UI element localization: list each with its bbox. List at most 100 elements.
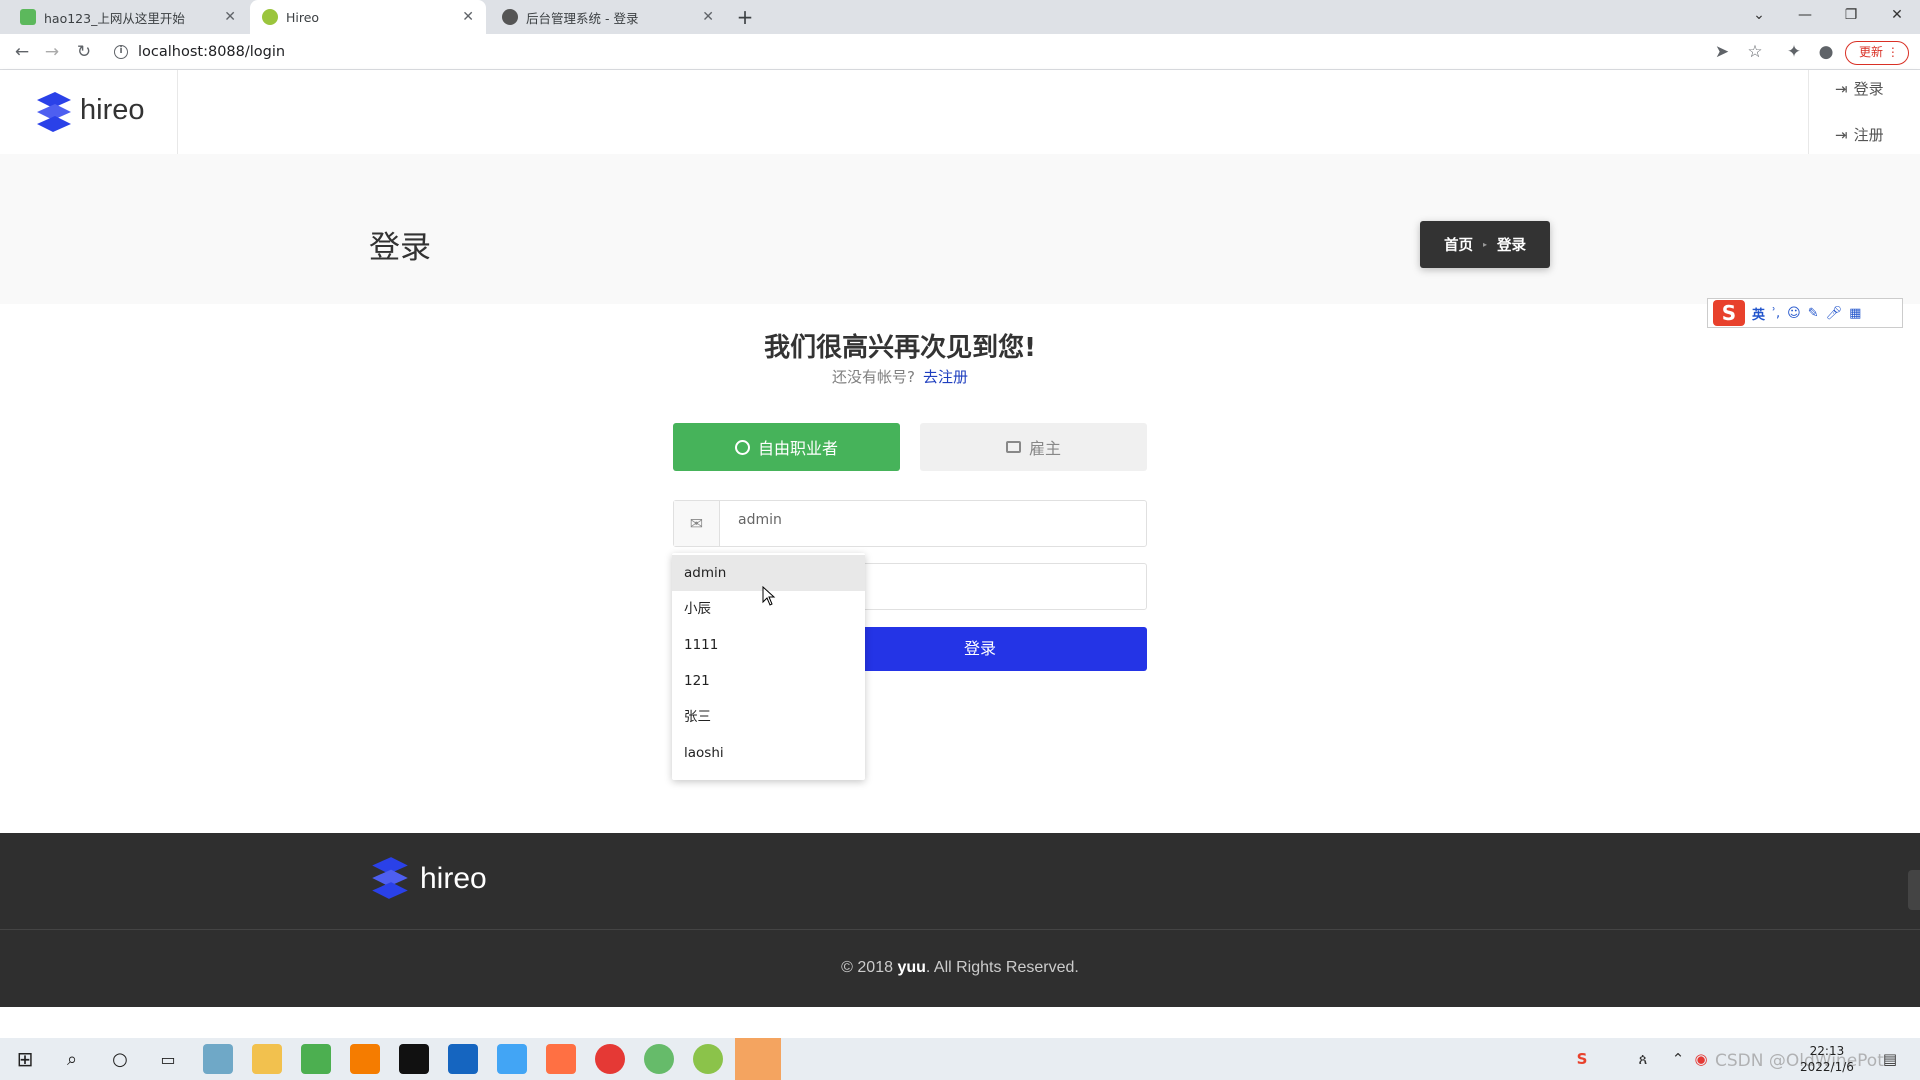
site-header — [0, 70, 1920, 154]
close-tab-icon[interactable]: ✕ — [224, 9, 236, 25]
breadcrumb-home[interactable]: 首页 — [1444, 234, 1473, 255]
notepad-icon[interactable] — [301, 1044, 331, 1074]
cortana-icon[interactable]: ○ — [105, 1044, 135, 1074]
tab-search-icon[interactable]: ⌄ — [1736, 0, 1782, 30]
breadcrumb-separator-icon: ▸ — [1483, 240, 1487, 249]
app-icon-7[interactable] — [497, 1044, 527, 1074]
notification-icon[interactable]: ▤ — [1875, 1044, 1905, 1074]
ime-emoji-icon[interactable]: ☺ — [1787, 306, 1801, 321]
close-tab-icon[interactable]: ✕ — [702, 9, 714, 25]
freelancer-label: 自由职业者 — [758, 435, 838, 459]
breadcrumb: 首页 ▸ 登录 — [1420, 221, 1550, 268]
ime-grid-icon[interactable]: ▦ — [1849, 306, 1861, 321]
address-bar — [0, 34, 1920, 70]
tab-title: Hireo — [286, 10, 319, 25]
autocomplete-item[interactable]: 1111 — [672, 627, 865, 663]
user-circle-icon — [735, 440, 750, 455]
employer-label: 雇主 — [1029, 435, 1061, 459]
hao123-favicon-icon — [20, 9, 36, 25]
header-register-link[interactable]: ⇥ 注册 — [1835, 124, 1884, 145]
ime-toolbar[interactable]: S 英 ʾ, ☺ ✎ 🎤︎ ▦ — [1707, 298, 1903, 328]
welcome-heading: 我们很高兴再次见到您! — [0, 327, 1800, 364]
footer-top — [0, 833, 1920, 929]
ime-skin-icon[interactable]: ✎ — [1808, 306, 1819, 321]
copyright-text: © 2018 yuu. All Rights Reserved. — [0, 959, 1920, 977]
restore-icon[interactable]: ❐ — [1828, 0, 1874, 30]
taskbar-clock[interactable]: 22:13 2022/1/6 — [1800, 1043, 1854, 1075]
update-label: 更新 — [1859, 45, 1883, 59]
scroll-top-tab[interactable] — [1908, 870, 1920, 910]
employer-tab-button[interactable]: 雇主 — [920, 423, 1147, 471]
footer-logo-icon — [368, 855, 412, 901]
register-prompt: 还没有帐号? 去注册 — [0, 366, 1800, 387]
send-icon[interactable]: ➤ — [1710, 40, 1734, 64]
login-arrow-icon: ⇥ — [1835, 80, 1848, 98]
reload-icon[interactable]: ↻ — [72, 40, 96, 64]
clock-time: 22:13 — [1800, 1043, 1854, 1059]
search-tool-icon[interactable] — [350, 1044, 380, 1074]
back-arrow-icon[interactable]: ← — [10, 40, 34, 64]
site-info-icon[interactable]: i — [114, 45, 128, 59]
breadcrumb-current: 登录 — [1497, 234, 1526, 255]
meeting-icon[interactable] — [448, 1044, 478, 1074]
people-icon[interactable]: ጰ — [1628, 1044, 1658, 1074]
url-text: localhost:8088/login — [138, 44, 285, 60]
autocomplete-item[interactable]: laoshi — [672, 735, 865, 771]
extensions-icon[interactable]: ✦ — [1782, 40, 1806, 64]
sogou-logo-icon: S — [1713, 300, 1745, 326]
freelancer-tab-button[interactable]: 自由职业者 — [673, 423, 900, 471]
minimize-icon[interactable]: — — [1782, 0, 1828, 30]
ime-language-toggle[interactable]: 英 — [1752, 304, 1765, 323]
copyright-suffix: . All Rights Reserved. — [926, 959, 1079, 976]
chrome-icon[interactable] — [595, 1044, 625, 1074]
clock-date: 2022/1/6 — [1800, 1059, 1854, 1075]
bookmark-star-icon[interactable]: ☆ — [1743, 40, 1767, 64]
new-tab-button[interactable]: + — [732, 4, 758, 30]
search-icon[interactable]: ⌕ — [57, 1044, 87, 1074]
ime-punctuation-icon[interactable]: ʾ, — [1772, 306, 1780, 321]
no-account-text: 还没有帐号? — [832, 368, 915, 386]
header-register-label: 注册 — [1854, 124, 1884, 145]
app-icon-1[interactable] — [203, 1044, 233, 1074]
forward-arrow-icon[interactable]: → — [40, 40, 64, 64]
task-view-icon[interactable]: ▭ — [153, 1044, 183, 1074]
footer-logo-text: hireo — [420, 862, 487, 896]
file-explorer-icon[interactable] — [252, 1044, 282, 1074]
envelope-icon: ✉ — [674, 501, 720, 546]
mouse-cursor-icon — [762, 586, 776, 606]
hireo-favicon-icon — [262, 9, 278, 25]
copyright-name: yuu — [897, 959, 925, 976]
app-icon-8[interactable] — [546, 1044, 576, 1074]
go-register-link[interactable]: 去注册 — [923, 368, 968, 386]
spring-icon[interactable] — [644, 1044, 674, 1074]
browser-tab-hireo[interactable]: Hireo ✕ — [250, 0, 486, 34]
autocomplete-item[interactable]: 张三 — [672, 699, 865, 735]
header-login-link[interactable]: ⇥ 登录 — [1835, 78, 1884, 99]
copyright-prefix: © 2018 — [841, 959, 897, 976]
tab-title: hao123_上网从这里开始 — [44, 8, 185, 27]
briefcase-icon — [1006, 441, 1021, 453]
header-login-label: 登录 — [1854, 78, 1884, 99]
profile-icon[interactable]: ● — [1814, 40, 1838, 64]
ime-mic-icon[interactable]: 🎤︎ — [1826, 306, 1843, 321]
admin-favicon-icon — [502, 9, 518, 25]
windows-start-icon[interactable]: ⊞ — [10, 1044, 40, 1074]
active-app-icon[interactable] — [735, 1038, 781, 1080]
sogou-tray-icon[interactable]: S — [1567, 1044, 1597, 1074]
close-tab-icon[interactable]: ✕ — [462, 9, 474, 25]
page-title: 登录 — [369, 222, 431, 267]
spring-icon-2[interactable] — [693, 1044, 723, 1074]
header-logo-area[interactable]: hireo — [0, 70, 178, 154]
capcut-icon[interactable] — [399, 1044, 429, 1074]
qq-tray-icon[interactable]: ◉ — [1686, 1044, 1716, 1074]
close-window-icon[interactable]: ✕ — [1874, 0, 1920, 30]
tab-title: 后台管理系统 - 登录 — [526, 8, 638, 27]
page-title-bar — [0, 154, 1920, 304]
url-field[interactable]: i localhost:8088/login — [114, 41, 285, 63]
browser-tab-hao123[interactable]: hao123_上网从这里开始 ✕ — [8, 0, 248, 34]
browser-tab-admin[interactable]: 后台管理系统 - 登录 ✕ — [490, 0, 726, 34]
autocomplete-item[interactable]: 121 — [672, 663, 865, 699]
register-arrow-icon: ⇥ — [1835, 126, 1848, 144]
update-button[interactable]: 更新 ⋮ — [1845, 41, 1909, 65]
header-logo-text: hireo — [80, 94, 145, 127]
